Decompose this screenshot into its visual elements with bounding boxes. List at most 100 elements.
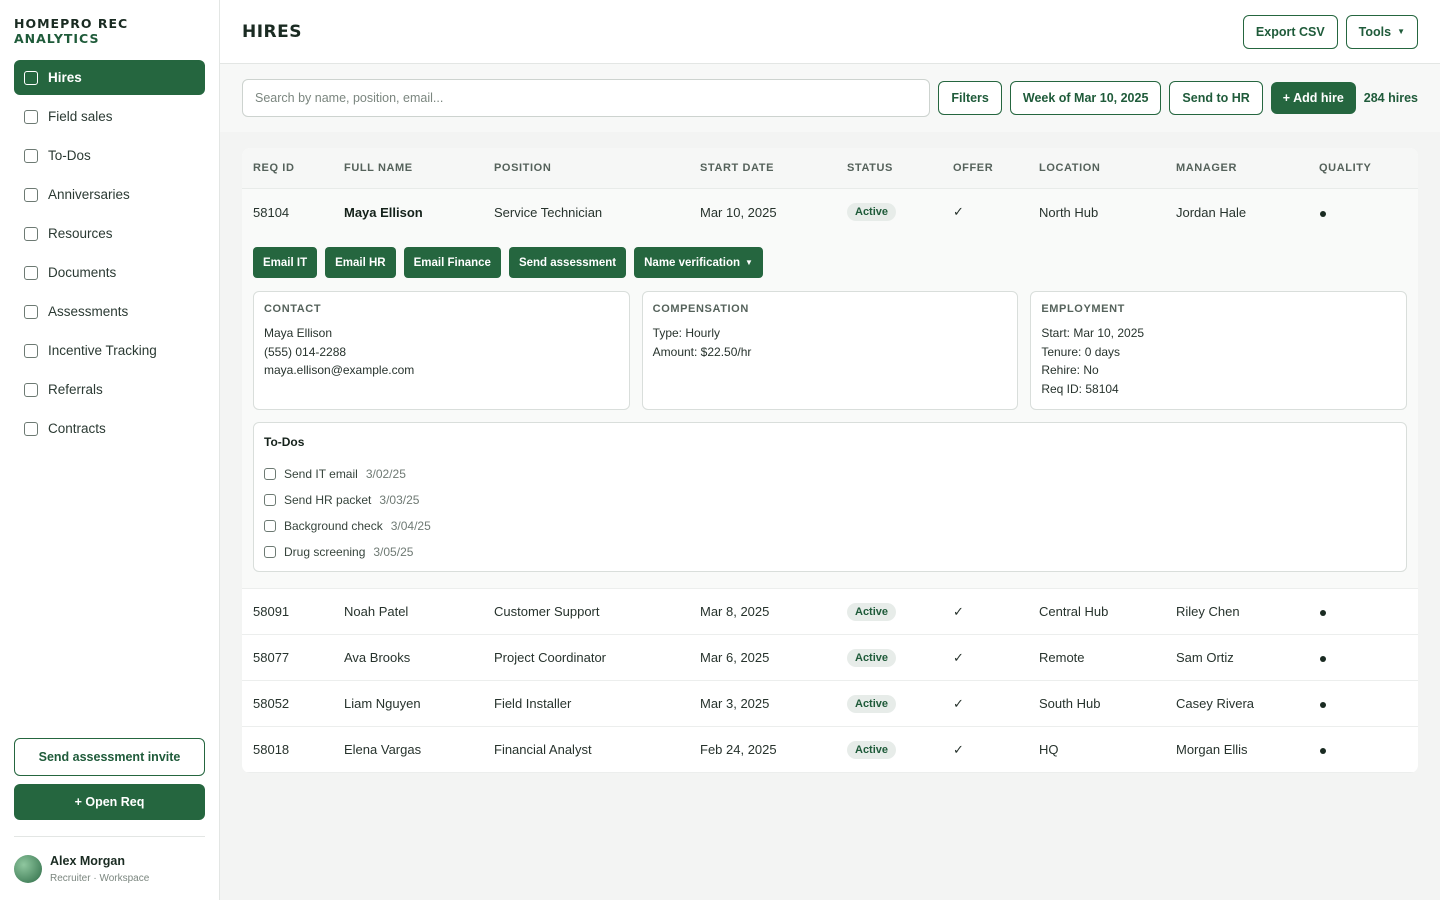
todo-item[interactable]: Background check 3/04/25 [264,513,1396,539]
cell-full-name: Liam Nguyen [344,696,421,711]
open-req-button[interactable]: + Open Req [14,784,205,820]
checkbox-icon [24,226,38,241]
hires-table: REQ ID FULL NAME POSITION START DATE STA… [242,148,1418,773]
cell-req-id: 58052 [253,696,290,711]
col-full-name[interactable]: FULL NAME [344,162,494,174]
sidebar-item-hires[interactable]: Hires [14,60,205,95]
todo-label: Send HR packet [284,493,372,507]
sidebar-item-referrals[interactable]: Referrals [14,372,205,407]
col-location[interactable]: LOCATION [1039,162,1176,174]
col-position[interactable]: POSITION [494,162,700,174]
week-selector-button[interactable]: Week of Mar 10, 2025 [1009,81,1162,115]
search-input[interactable] [242,79,931,117]
sidebar-item-todos[interactable]: To-Dos [14,138,205,173]
page-title: HIRES [242,21,302,42]
quality-dot-icon [1320,610,1326,616]
cell-manager: Sam Ortiz [1176,650,1234,665]
employment-start: Start: Mar 10, 2025 [1041,326,1145,340]
card-title: EMPLOYMENT [1041,303,1125,315]
cell-full-name: Noah Patel [344,604,409,619]
email-finance-button[interactable]: Email Finance [403,247,501,278]
employment-req-id: Req ID: 58104 [1041,381,1119,396]
add-hire-button[interactable]: + Add hire [1270,82,1356,114]
email-it-button[interactable]: Email IT [253,247,318,278]
send-assessment-button[interactable]: Send assessment [508,247,627,278]
table-row[interactable]: 58091 Noah Patel Customer Support Mar 8,… [242,589,1418,635]
cell-location: HQ [1039,742,1059,757]
card-title: CONTACT [264,303,322,315]
main-area: HIRES Export CSV Tools ▼ Filters Week of … [220,0,1440,900]
cell-start-date: Mar 10, 2025 [700,204,777,220]
cell-location: North Hub [1039,204,1099,220]
todo-item[interactable]: Send IT email 3/02/25 [264,461,1396,487]
name-verification-dropdown[interactable]: Name verification ▼ [634,247,763,278]
cell-manager: Casey Rivera [1176,696,1255,711]
col-offer[interactable]: OFFER [953,162,1039,174]
checkbox-icon[interactable] [264,546,276,558]
checkbox-icon [24,148,38,163]
hires-count: 284 hires [1363,91,1418,105]
todo-item[interactable]: Drug screening 3/05/25 [264,539,1396,565]
table-row[interactable]: 58018 Elena Vargas Financial Analyst Feb… [242,727,1418,773]
sidebar-nav: Hires Field sales To-Dos Anniversaries R… [14,60,205,450]
detail-actions: Email IT Email HR Email Finance Send ass… [253,247,1407,278]
checkbox-icon [24,109,38,124]
sidebar-item-anniversaries[interactable]: Anniversaries [14,177,205,212]
table-row-expanded[interactable]: 58104 Maya Ellison Service Technician Ma… [242,189,1418,235]
sidebar-item-field-sales[interactable]: Field sales [14,99,205,134]
todo-date: 3/03/25 [379,493,420,507]
send-assessment-invite-button[interactable]: Send assessment invite [14,738,205,776]
filters-button[interactable]: Filters [938,81,1002,115]
user-profile[interactable]: Alex Morgan Recruiter · Workspace [14,836,205,900]
contact-card: CONTACT Maya Ellison (555) 014-2288 maya… [253,291,630,410]
checkbox-icon[interactable] [264,494,276,506]
detail-cards: CONTACT Maya Ellison (555) 014-2288 maya… [253,291,1407,410]
email-hr-button[interactable]: Email HR [325,247,396,278]
checkbox-icon[interactable] [264,468,276,480]
col-start-date[interactable]: START DATE [700,162,847,174]
top-actions: Export CSV Tools ▼ [1242,14,1418,49]
cell-position: Project Coordinator [494,650,606,665]
col-quality[interactable]: QUALITY [1319,162,1418,174]
status-badge: Active [847,694,897,713]
tools-dropdown-button[interactable]: Tools ▼ [1345,14,1418,49]
quality-dot-icon [1320,210,1326,217]
send-to-hr-button[interactable]: Send to HR [1169,81,1263,115]
col-status[interactable]: STATUS [847,162,953,174]
checkbox-icon [24,382,38,397]
sidebar-item-label: Referrals [48,382,103,397]
status-badge: Active [847,648,897,667]
sidebar-item-incentive-tracking[interactable]: Incentive Tracking [14,333,205,368]
cell-position: Service Technician [494,204,603,220]
checkbox-icon[interactable] [264,520,276,532]
cell-position: Customer Support [494,604,600,619]
offer-check-icon: ✓ [953,649,964,665]
name-verification-label: Name verification [644,256,740,269]
todo-item[interactable]: Send HR packet 3/03/25 [264,487,1396,513]
export-csv-button[interactable]: Export CSV [1242,14,1338,49]
sidebar-item-assessments[interactable]: Assessments [14,294,205,329]
sidebar-item-resources[interactable]: Resources [14,216,205,251]
offer-check-icon: ✓ [953,603,964,619]
sidebar-item-documents[interactable]: Documents [14,255,205,290]
table-row[interactable]: 58077 Ava Brooks Project Coordinator Mar… [242,635,1418,681]
offer-check-icon: ✓ [953,741,964,757]
col-req-id[interactable]: REQ ID [253,162,344,174]
table-header: REQ ID FULL NAME POSITION START DATE STA… [242,148,1418,189]
contact-name: Maya Ellison [264,326,333,340]
table-row[interactable]: 58052 Liam Nguyen Field Installer Mar 3,… [242,681,1418,727]
checkbox-icon [24,265,38,280]
sidebar-item-contracts[interactable]: Contracts [14,411,205,446]
status-badge: Active [847,602,897,621]
status-badge: Active [847,740,897,759]
checkbox-icon [24,304,38,319]
cell-location: Central Hub [1039,604,1109,619]
checkbox-icon [24,70,38,85]
avatar [14,854,42,883]
col-manager[interactable]: MANAGER [1176,162,1319,174]
cell-start-date: Mar 3, 2025 [700,696,770,711]
offer-check-icon: ✓ [953,695,964,711]
caret-down-icon: ▼ [1397,27,1405,36]
card-title: COMPENSATION [652,303,749,315]
sidebar-item-label: Field sales [48,109,113,124]
